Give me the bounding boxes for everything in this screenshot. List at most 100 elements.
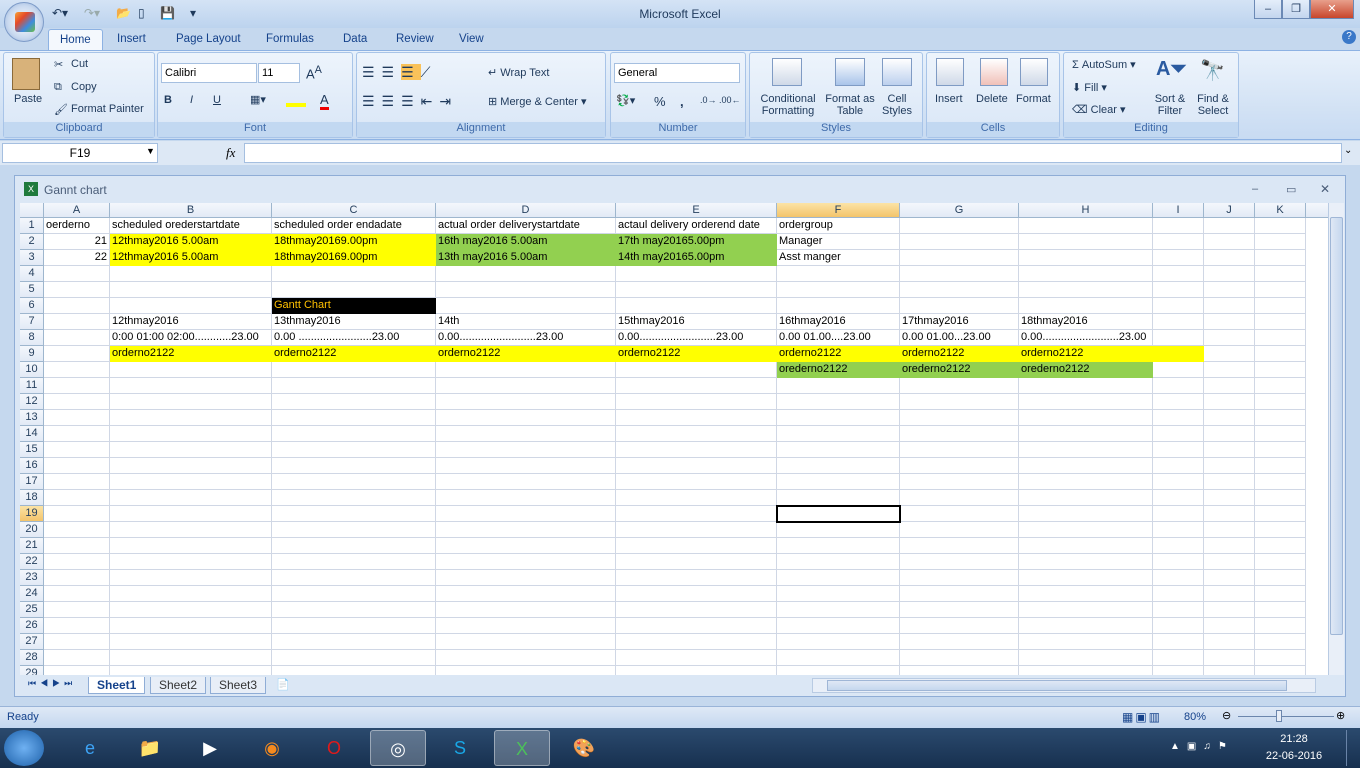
row-header-21[interactable]: 21	[20, 538, 44, 554]
cell-H17[interactable]	[1019, 474, 1153, 490]
cell-A9[interactable]	[44, 346, 110, 362]
cell-C26[interactable]	[272, 618, 436, 634]
cell-E16[interactable]	[616, 458, 777, 474]
cell-C27[interactable]	[272, 634, 436, 650]
cell-B9[interactable]: orderno2122	[110, 346, 272, 362]
cell-F5[interactable]	[777, 282, 900, 298]
cell-A8[interactable]	[44, 330, 110, 346]
cell-G11[interactable]	[900, 378, 1019, 394]
cell-G20[interactable]	[900, 522, 1019, 538]
redo-icon[interactable]: ↷▾	[84, 6, 100, 20]
cell-G16[interactable]	[900, 458, 1019, 474]
cell-G17[interactable]	[900, 474, 1019, 490]
merge-center-button[interactable]: ⊞ Merge & Center ▾	[488, 95, 587, 108]
cell-A3[interactable]: 22	[44, 250, 110, 266]
cell-F9[interactable]: orderno2122	[777, 346, 900, 362]
cell-C25[interactable]	[272, 602, 436, 618]
cell-I27[interactable]	[1153, 634, 1204, 650]
cell-J7[interactable]	[1204, 314, 1255, 330]
cell-F20[interactable]	[777, 522, 900, 538]
cell-K15[interactable]	[1255, 442, 1306, 458]
cell-I23[interactable]	[1153, 570, 1204, 586]
cell-G24[interactable]	[900, 586, 1019, 602]
cell-I10[interactable]	[1153, 362, 1204, 378]
cell-H13[interactable]	[1019, 410, 1153, 426]
cell-G18[interactable]	[900, 490, 1019, 506]
cell-C3[interactable]: 18thmay20169.00pm	[272, 250, 436, 266]
cell-E27[interactable]	[616, 634, 777, 650]
sheet-tab-sheet1[interactable]: Sheet1	[88, 677, 146, 694]
row-header-18[interactable]: 18	[20, 490, 44, 506]
cell-K12[interactable]	[1255, 394, 1306, 410]
cell-B20[interactable]	[110, 522, 272, 538]
row-header-16[interactable]: 16	[20, 458, 44, 474]
clock-date[interactable]: 22-06-2016	[1258, 750, 1330, 762]
save-icon[interactable]: 💾	[160, 6, 175, 20]
number-format-select[interactable]: General	[614, 63, 740, 83]
row-header-23[interactable]: 23	[20, 570, 44, 586]
cell-D17[interactable]	[436, 474, 616, 490]
cell-C1[interactable]: scheduled order endadate	[272, 218, 436, 234]
cell-B8[interactable]: 0:00 01:00 02:00............23.00	[110, 330, 272, 346]
cell-D10[interactable]	[436, 362, 616, 378]
excel-taskbar-icon[interactable]: X	[494, 730, 550, 766]
cell-B26[interactable]	[110, 618, 272, 634]
cell-D22[interactable]	[436, 554, 616, 570]
cell-H18[interactable]	[1019, 490, 1153, 506]
cell-K6[interactable]	[1255, 298, 1306, 314]
cell-J12[interactable]	[1204, 394, 1255, 410]
tab-page-layout[interactable]: Page Layout	[165, 29, 252, 50]
cell-C7[interactable]: 13thmay2016	[272, 314, 436, 330]
select-all-button[interactable]	[20, 203, 44, 218]
cell-I29[interactable]	[1153, 666, 1204, 675]
tray-icons[interactable]: ▲▣♫⚑	[1170, 741, 1234, 752]
cell-C6[interactable]: Gantt Chart	[272, 298, 436, 314]
row-header-13[interactable]: 13	[20, 410, 44, 426]
media-player-icon[interactable]: ▶	[182, 730, 238, 766]
cell-C29[interactable]	[272, 666, 436, 675]
cell-I25[interactable]	[1153, 602, 1204, 618]
cell-J9[interactable]	[1204, 346, 1255, 362]
cell-C11[interactable]	[272, 378, 436, 394]
row-header-2[interactable]: 2	[20, 234, 44, 250]
cell-J1[interactable]	[1204, 218, 1255, 234]
cell-C21[interactable]	[272, 538, 436, 554]
cell-D27[interactable]	[436, 634, 616, 650]
cell-I22[interactable]	[1153, 554, 1204, 570]
row-header-7[interactable]: 7	[20, 314, 44, 330]
cell-E24[interactable]	[616, 586, 777, 602]
cell-J25[interactable]	[1204, 602, 1255, 618]
sheet-nav-arrows[interactable]: ⏮◀▶⏭	[28, 678, 76, 689]
row-header-14[interactable]: 14	[20, 426, 44, 442]
cell-I6[interactable]	[1153, 298, 1204, 314]
cell-styles-button[interactable]: Cell Styles	[878, 93, 916, 117]
cell-I16[interactable]	[1153, 458, 1204, 474]
cell-K2[interactable]	[1255, 234, 1306, 250]
cell-G19[interactable]	[900, 506, 1019, 522]
conditional-formatting-button[interactable]: Conditional Formatting	[756, 93, 820, 117]
cell-F2[interactable]: Manager	[777, 234, 900, 250]
paste-icon[interactable]	[12, 58, 40, 90]
cell-A25[interactable]	[44, 602, 110, 618]
cell-F11[interactable]	[777, 378, 900, 394]
cell-I11[interactable]	[1153, 378, 1204, 394]
cell-D21[interactable]	[436, 538, 616, 554]
new-icon[interactable]: ▯	[138, 6, 145, 20]
cell-K1[interactable]	[1255, 218, 1306, 234]
cell-E4[interactable]	[616, 266, 777, 282]
cell-H16[interactable]	[1019, 458, 1153, 474]
cell-H1[interactable]	[1019, 218, 1153, 234]
cell-C4[interactable]	[272, 266, 436, 282]
tab-formulas[interactable]: Formulas	[255, 29, 325, 50]
cell-H4[interactable]	[1019, 266, 1153, 282]
cell-G1[interactable]	[900, 218, 1019, 234]
autosum-button[interactable]: Σ AutoSum ▾	[1072, 58, 1136, 71]
cell-H10[interactable]: orederno2122	[1019, 362, 1153, 378]
cell-F24[interactable]	[777, 586, 900, 602]
column-header-A[interactable]: A	[44, 203, 110, 218]
cell-B22[interactable]	[110, 554, 272, 570]
cell-A4[interactable]	[44, 266, 110, 282]
cell-H28[interactable]	[1019, 650, 1153, 666]
cell-J20[interactable]	[1204, 522, 1255, 538]
cell-B15[interactable]	[110, 442, 272, 458]
